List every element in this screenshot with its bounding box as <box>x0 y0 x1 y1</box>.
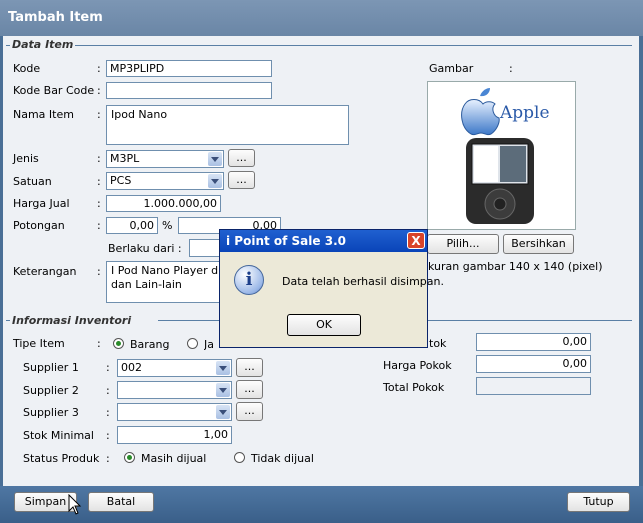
jenis-value: M3PL <box>110 152 140 165</box>
satuan-select[interactable]: PCS <box>106 172 224 190</box>
colon: : <box>97 108 101 121</box>
kode-input[interactable]: MP3PLIPD <box>106 60 272 77</box>
message-dialog: i Point of Sale 3.0 X i Data telah berha… <box>219 229 444 348</box>
colon: : <box>97 197 101 210</box>
product-image: Apple <box>427 81 576 230</box>
label-tipe-item: Tipe Item <box>13 337 65 350</box>
label-keterangan: Keterangan <box>13 265 77 278</box>
jenis-browse-button[interactable]: ... <box>228 149 255 167</box>
colon: : <box>97 84 101 97</box>
chevron-down-icon[interactable] <box>208 152 222 166</box>
label-supplier-1: Supplier 1 <box>23 361 79 374</box>
colon: : <box>106 384 110 397</box>
percent-sign: % <box>162 219 173 232</box>
radio-barang-label: Barang <box>130 338 170 351</box>
window-titlebar: Tambah Item <box>0 0 643 36</box>
pilih-image-button[interactable]: Pilih... <box>427 234 499 254</box>
section-title-informasi-inventori: Informasi Inventori <box>12 314 132 327</box>
radio-tidak-dijual-label: Tidak dijual <box>251 452 314 465</box>
stok-minimal-input[interactable]: 1,00 <box>117 426 232 444</box>
radio-masih-dijual[interactable] <box>124 452 135 463</box>
supplier-1-browse-button[interactable]: ... <box>236 358 263 377</box>
section-divider <box>158 320 220 321</box>
supplier-3-browse-button[interactable]: ... <box>236 402 263 421</box>
supplier-3-select[interactable] <box>117 403 232 421</box>
label-kode-bar-code: Kode Bar Code <box>13 84 95 97</box>
label-nama-item: Nama Item <box>13 108 74 121</box>
colon: : <box>106 429 110 442</box>
label-gambar: Gambar <box>429 62 474 75</box>
colon: : <box>106 406 110 419</box>
label-jenis: Jenis <box>13 152 39 165</box>
chevron-down-icon[interactable] <box>208 174 222 188</box>
chevron-down-icon[interactable] <box>216 361 230 375</box>
jenis-select[interactable]: M3PL <box>106 150 224 168</box>
potongan-percent-input[interactable]: 0,00 <box>106 217 158 234</box>
info-icon: i <box>234 265 264 295</box>
colon: : <box>97 337 101 350</box>
label-supplier-3: Supplier 3 <box>23 406 79 419</box>
mouse-cursor-icon <box>68 494 82 515</box>
label-harga-pokok: Harga Pokok <box>383 359 452 372</box>
supplier-1-select[interactable]: 002 <box>117 359 232 377</box>
label-stok: tok <box>429 337 447 350</box>
harga-pokok-input[interactable]: 0,00 <box>476 355 591 373</box>
label-berlaku-dari: Berlaku dari : <box>108 242 182 255</box>
chevron-down-icon[interactable] <box>216 383 230 397</box>
dialog-title: i Point of Sale 3.0 <box>226 234 346 248</box>
radio-jasa[interactable] <box>187 338 198 349</box>
colon: : <box>97 265 101 278</box>
section-divider <box>75 45 632 46</box>
label-kode: Kode <box>13 62 41 75</box>
chevron-down-icon[interactable] <box>216 405 230 419</box>
supplier-1-value: 002 <box>121 361 142 374</box>
label-supplier-2: Supplier 2 <box>23 384 79 397</box>
section-divider <box>6 45 10 46</box>
colon: : <box>97 175 101 188</box>
label-status-produk: Status Produk <box>23 452 100 465</box>
radio-barang[interactable] <box>113 338 124 349</box>
label-stok-minimal: Stok Minimal <box>23 429 94 442</box>
radio-jasa-label: Ja <box>204 338 214 351</box>
kode-bar-code-input[interactable] <box>106 82 272 99</box>
harga-jual-input[interactable]: 1.000.000,00 <box>106 195 221 212</box>
colon: : <box>509 62 513 75</box>
satuan-value: PCS <box>110 174 132 187</box>
colon: : <box>97 62 101 75</box>
supplier-2-browse-button[interactable]: ... <box>236 380 263 399</box>
section-divider <box>428 320 632 321</box>
colon: : <box>97 152 101 165</box>
label-total-pokok: Total Pokok <box>383 381 445 394</box>
colon: : <box>97 219 101 232</box>
satuan-browse-button[interactable]: ... <box>228 171 255 189</box>
dialog-ok-button[interactable]: OK <box>287 314 361 336</box>
colon: : <box>106 452 110 465</box>
section-title-data-item: Data Item <box>12 38 74 51</box>
supplier-2-select[interactable] <box>117 381 232 399</box>
label-harga-jual: Harga Jual <box>13 197 70 210</box>
label-potongan: Potongan <box>13 219 65 232</box>
radio-masih-dijual-label: Masih dijual <box>141 452 207 465</box>
total-pokok-input <box>476 377 591 395</box>
window-title: Tambah Item <box>8 10 103 25</box>
label-satuan: Satuan <box>13 175 52 188</box>
stok-input[interactable]: 0,00 <box>476 333 591 351</box>
dialog-message: Data telah berhasil disimpan. <box>282 275 444 288</box>
close-icon[interactable]: X <box>407 232 425 249</box>
dialog-titlebar: i Point of Sale 3.0 X <box>220 230 427 252</box>
colon: : <box>106 361 110 374</box>
nama-item-input[interactable]: Ipod Nano <box>106 105 349 145</box>
tutup-button[interactable]: Tutup <box>567 492 630 512</box>
keterangan-input[interactable]: I Pod Nano Player d dan Lain-lain <box>106 261 231 303</box>
radio-tidak-dijual[interactable] <box>234 452 245 463</box>
apple-logo-text: Apple <box>499 103 550 123</box>
batal-button[interactable]: Batal <box>88 492 154 512</box>
section-divider <box>6 320 10 321</box>
image-size-note: kuran gambar 140 x 140 (pixel) <box>428 260 603 273</box>
apple-ipod-picture: Apple <box>461 88 550 224</box>
bersihkan-image-button[interactable]: Bersihkan <box>503 234 574 254</box>
